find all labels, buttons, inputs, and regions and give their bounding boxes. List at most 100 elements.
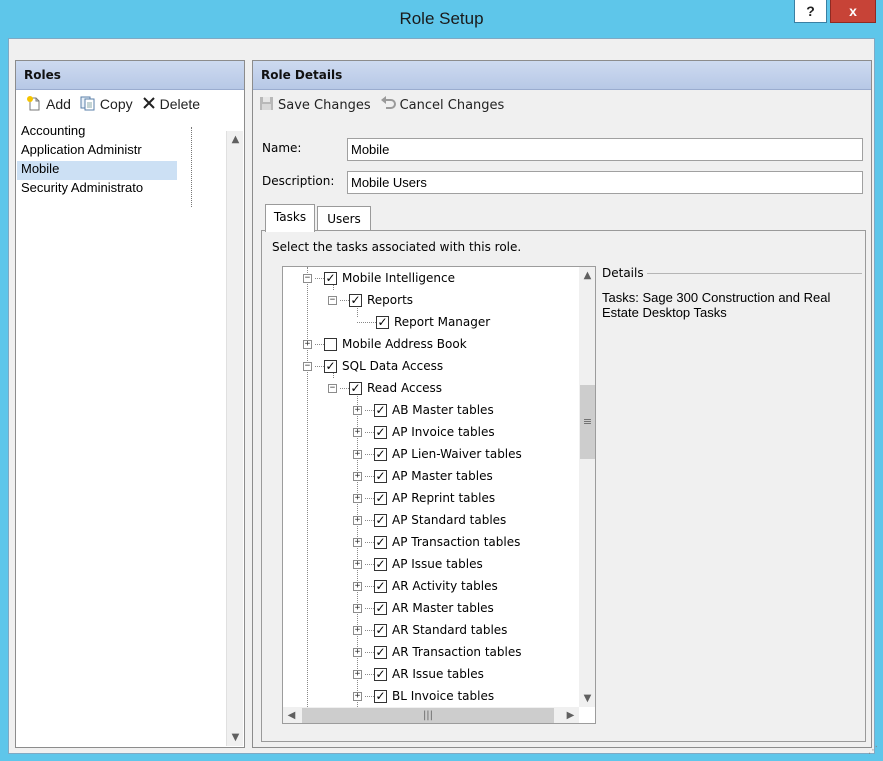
expand-icon[interactable]: +	[353, 647, 362, 657]
expand-icon[interactable]: +	[353, 559, 362, 569]
tree-node[interactable]: + ✓ AR Issue tables	[353, 663, 484, 685]
checkbox-checked-icon[interactable]: ✓	[324, 359, 337, 373]
expand-icon[interactable]: +	[353, 691, 362, 701]
add-role-button[interactable]: Add	[26, 95, 71, 114]
checkbox-checked-icon[interactable]: ✓	[324, 271, 337, 285]
tree-node[interactable]: + ✓ AR Activity tables	[353, 575, 498, 597]
scroll-thumb[interactable]: ≡	[580, 385, 595, 459]
tree-node[interactable]: + ✓ AR Transaction tables	[353, 641, 521, 663]
description-label: Description:	[262, 174, 335, 188]
tree-node[interactable]: + ✓ AB Master tables	[353, 399, 494, 421]
tab-users[interactable]: Users	[317, 206, 371, 230]
close-button[interactable]: x	[830, 0, 876, 23]
expand-icon[interactable]: +	[353, 405, 362, 415]
tree-node[interactable]: + ✓ AP Reprint tables	[353, 487, 495, 509]
tree-node-label: AP Lien-Waiver tables	[392, 447, 522, 461]
role-item-mobile[interactable]: Mobile	[17, 161, 177, 180]
collapse-icon[interactable]: −	[328, 383, 337, 393]
role-item-accounting[interactable]: Accounting	[17, 123, 177, 142]
delete-x-icon	[142, 96, 156, 113]
expand-icon[interactable]: +	[353, 625, 362, 635]
collapse-icon[interactable]: −	[328, 295, 337, 305]
tree-vertical-scrollbar[interactable]: ▲ ≡ ▼	[579, 267, 595, 707]
cancel-changes-button[interactable]: Cancel Changes	[380, 95, 504, 115]
tree-node-label: AR Master tables	[392, 601, 494, 615]
scroll-down-arrow-icon[interactable]: ▼	[579, 690, 595, 707]
checkbox-checked-icon[interactable]: ✓	[374, 579, 387, 593]
scroll-thumb[interactable]: |||	[302, 708, 554, 723]
scroll-right-arrow-icon[interactable]: ▶	[562, 707, 579, 723]
checkbox-checked-icon[interactable]: ✓	[374, 689, 387, 703]
tab-tasks[interactable]: Tasks	[265, 204, 315, 232]
tree-node[interactable]: + ✓ AP Invoice tables	[353, 421, 495, 443]
checkbox-checked-icon[interactable]: ✓	[374, 491, 387, 505]
checkbox-checked-icon[interactable]: ✓	[376, 315, 389, 329]
tree-horizontal-scrollbar[interactable]: ◀ ||| ▶	[283, 707, 579, 723]
help-button[interactable]: ?	[794, 0, 827, 23]
tree-node[interactable]: + ✓ AP Transaction tables	[353, 531, 520, 553]
description-field[interactable]: Mobile Users	[347, 171, 863, 194]
tree-node-label: AR Standard tables	[392, 623, 508, 637]
tree-node-label: AR Transaction tables	[392, 645, 522, 659]
expand-icon[interactable]: +	[353, 515, 362, 525]
checkbox-checked-icon[interactable]: ✓	[374, 425, 387, 439]
checkbox-checked-icon[interactable]: ✓	[374, 623, 387, 637]
tree-node[interactable]: + ✓ AP Lien-Waiver tables	[353, 443, 522, 465]
copy-role-button[interactable]: Copy	[80, 95, 133, 114]
save-changes-button[interactable]: Save Changes	[259, 96, 371, 115]
expand-icon[interactable]: +	[353, 537, 362, 547]
scroll-up-arrow-icon[interactable]: ▲	[227, 131, 244, 148]
expand-icon[interactable]: +	[353, 603, 362, 613]
collapse-icon[interactable]: −	[303, 361, 312, 371]
roles-toolbar: Add Copy Delete	[16, 90, 244, 118]
checkbox-checked-icon[interactable]: ✓	[374, 557, 387, 571]
expand-icon[interactable]: +	[303, 339, 312, 349]
tree-node-label: Report Manager	[394, 315, 491, 329]
tree-node[interactable]: ✓ Report Manager	[357, 311, 490, 333]
tree-node[interactable]: − ✓ Mobile Intelligence	[303, 267, 455, 289]
checkbox-checked-icon[interactable]: ✓	[349, 293, 362, 307]
checkbox-checked-icon[interactable]: ✓	[374, 447, 387, 461]
tree-node[interactable]: − ✓ Read Access	[328, 377, 442, 399]
checkbox-checked-icon[interactable]: ✓	[374, 645, 387, 659]
checkbox-unchecked-icon[interactable]	[324, 337, 337, 351]
checkbox-checked-icon[interactable]: ✓	[374, 601, 387, 615]
expand-icon[interactable]: +	[353, 427, 362, 437]
tree-node[interactable]: − ✓ Reports	[328, 289, 413, 311]
role-item-security-administrator[interactable]: Security Administrato	[17, 180, 177, 199]
name-field[interactable]: Mobile	[347, 138, 863, 161]
expand-icon[interactable]: +	[353, 669, 362, 679]
scroll-left-arrow-icon[interactable]: ◀	[283, 707, 300, 723]
delete-role-button[interactable]: Delete	[142, 96, 200, 113]
expand-icon[interactable]: +	[353, 471, 362, 481]
tree-node[interactable]: + ✓ AR Standard tables	[353, 619, 507, 641]
scroll-down-arrow-icon[interactable]: ▼	[227, 729, 244, 746]
tree-node[interactable]: + ✓ AR Master tables	[353, 597, 494, 619]
checkbox-checked-icon[interactable]: ✓	[374, 469, 387, 483]
expand-icon[interactable]: +	[353, 581, 362, 591]
checkbox-checked-icon[interactable]: ✓	[349, 381, 362, 395]
tree-node[interactable]: + ✓ AP Standard tables	[353, 509, 506, 531]
resize-grip-icon[interactable]: ⋰	[868, 745, 878, 756]
tree-node[interactable]: + ✓ AP Issue tables	[353, 553, 483, 575]
details-text: Tasks: Sage 300 Construction and Real Es…	[602, 290, 831, 320]
checkbox-checked-icon[interactable]: ✓	[374, 535, 387, 549]
roles-list: Accounting Application Administr Mobile …	[17, 123, 243, 745]
role-setup-window: Role Setup ? x Roles Add Copy Delete Acc…	[0, 0, 883, 761]
roles-scrollbar[interactable]: ▲ ▼	[226, 131, 243, 746]
role-details-panel: Role Details Save Changes Cancel Changes…	[252, 60, 872, 748]
tree-node[interactable]: + ✓ AP Master tables	[353, 465, 493, 487]
tree-node[interactable]: − ✓ SQL Data Access	[303, 355, 443, 377]
tree-node[interactable]: + ✓ BL Invoice tables	[353, 685, 494, 707]
scroll-up-arrow-icon[interactable]: ▲	[579, 267, 595, 284]
title-bar[interactable]: Role Setup ? x	[0, 0, 883, 38]
checkbox-checked-icon[interactable]: ✓	[374, 403, 387, 417]
delete-role-label: Delete	[159, 96, 201, 112]
checkbox-checked-icon[interactable]: ✓	[374, 667, 387, 681]
expand-icon[interactable]: +	[353, 449, 362, 459]
checkbox-checked-icon[interactable]: ✓	[374, 513, 387, 527]
tree-node[interactable]: + Mobile Address Book	[303, 333, 467, 355]
expand-icon[interactable]: +	[353, 493, 362, 503]
role-item-application-administrator[interactable]: Application Administr	[17, 142, 177, 161]
collapse-icon[interactable]: −	[303, 273, 312, 283]
